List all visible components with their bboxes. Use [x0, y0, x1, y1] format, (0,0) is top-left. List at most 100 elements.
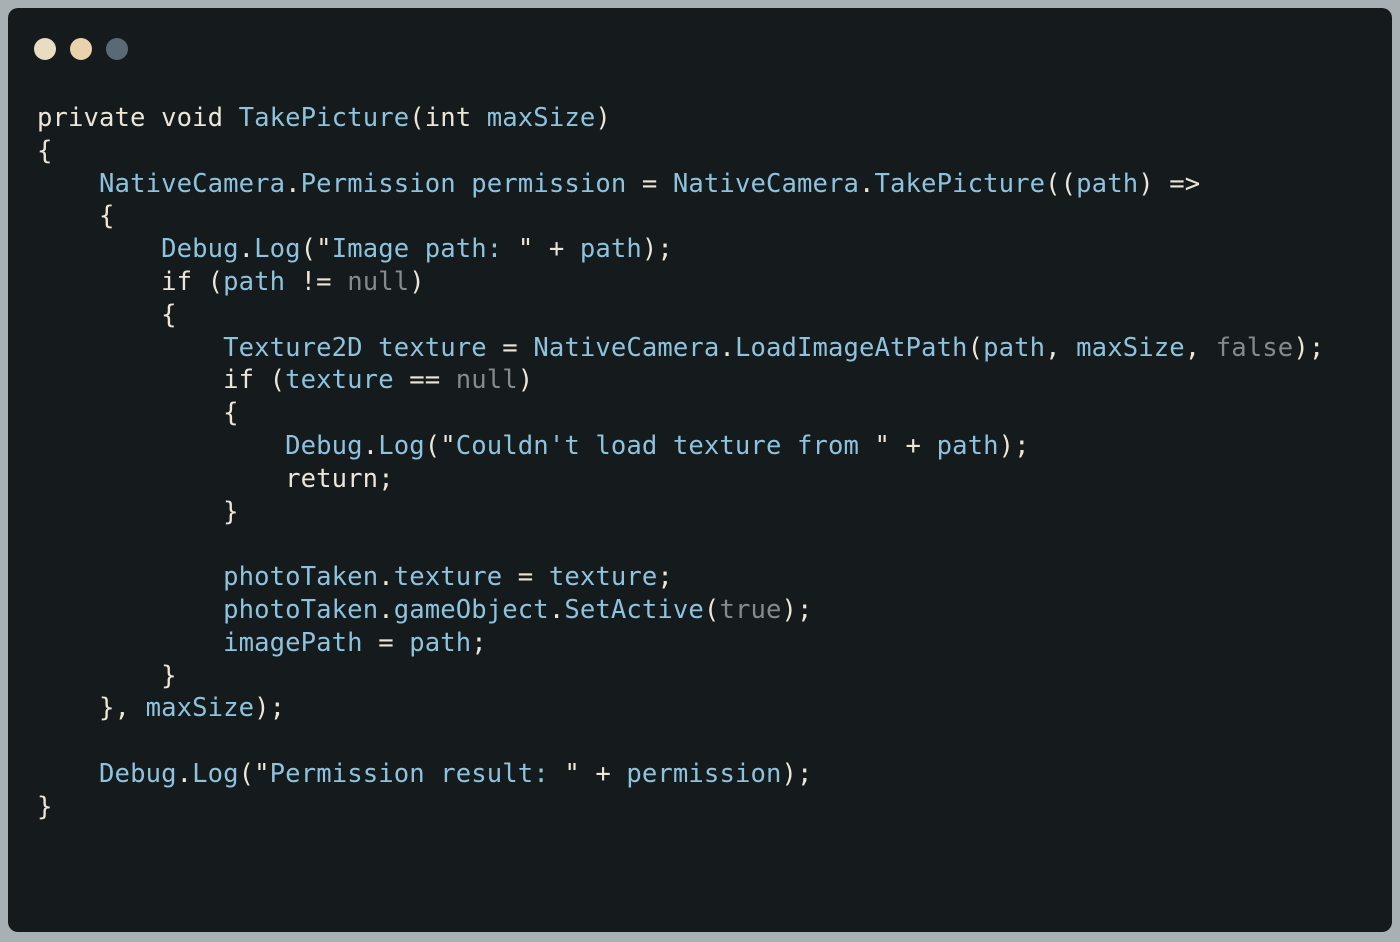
code-token: }	[37, 496, 239, 527]
code-identifier: Log	[192, 758, 239, 789]
code-line: Debug.Log("Permission result: " + permis…	[37, 758, 1324, 791]
code-token: " +	[874, 430, 937, 461]
code-token: ==	[393, 365, 456, 396]
code-line: {	[37, 135, 1324, 168]
code-block: private void TakePicture(int maxSize){ N…	[37, 102, 1324, 824]
code-line: Texture2D texture = NativeCamera.LoadIma…	[37, 332, 1324, 365]
window-dot-1[interactable]	[34, 38, 56, 60]
code-token: .	[238, 234, 255, 265]
code-line: }	[37, 496, 1324, 529]
code-literal: false	[1215, 332, 1294, 363]
code-identifier: gameObject	[393, 594, 549, 625]
code-identifier: path	[936, 430, 999, 461]
code-token: .	[548, 594, 565, 625]
code-line: }, maxSize);	[37, 692, 1324, 725]
code-token: =	[362, 627, 410, 658]
code-token: .	[362, 430, 379, 461]
code-identifier: path	[983, 332, 1046, 363]
code-token: (	[703, 594, 720, 625]
code-identifier: NativeCamera	[533, 332, 720, 363]
code-line: imagePath = path;	[37, 627, 1324, 660]
code-identifier: permission	[471, 168, 627, 199]
code-line: return;	[37, 463, 1324, 496]
code-identifier: NativeCamera	[99, 168, 286, 199]
code-token: return;	[37, 463, 394, 494]
code-token: );	[254, 693, 286, 724]
code-line: {	[37, 200, 1324, 233]
window-dot-3[interactable]	[106, 38, 128, 60]
code-token: }	[37, 791, 53, 822]
code-identifier: maxSize	[145, 693, 255, 724]
code-token: .	[176, 758, 193, 789]
code-token: .	[378, 562, 394, 593]
code-line: private void TakePicture(int maxSize)	[37, 102, 1324, 135]
code-identifier: Image path:	[331, 234, 518, 265]
code-token: =	[502, 562, 549, 593]
code-token: );	[781, 594, 813, 625]
code-token: ;	[471, 627, 487, 658]
code-token: {	[37, 135, 53, 166]
code-token: .	[285, 168, 301, 199]
code-identifier: photoTaken	[223, 594, 379, 625]
code-token: {	[37, 299, 177, 330]
window-dot-2[interactable]	[70, 38, 92, 60]
code-token: ,	[1045, 332, 1077, 363]
code-identifier: TakePicture	[238, 103, 410, 133]
code-token: ("	[300, 234, 332, 265]
code-line: if (path != null)	[37, 266, 1324, 299]
code-identifier: imagePath	[223, 627, 363, 658]
code-window: private void TakePicture(int maxSize){ N…	[8, 8, 1392, 932]
code-token: =	[626, 168, 673, 199]
code-identifier: Texture2D	[223, 332, 363, 363]
code-literal: null	[455, 365, 518, 396]
code-token: },	[37, 693, 146, 724]
code-line: Debug.Log("Couldn't load texture from " …	[37, 430, 1324, 463]
code-line: }	[37, 791, 1324, 824]
code-token: {	[37, 201, 115, 232]
code-token: =	[486, 332, 534, 363]
code-line: Debug.Log("Image path: " + path);	[37, 233, 1324, 266]
code-token: ) =>	[1138, 168, 1201, 199]
code-token: private void	[37, 103, 239, 133]
code-identifier: maxSize	[1076, 332, 1185, 363]
code-identifier: texture	[393, 562, 503, 593]
code-identifier: texture	[378, 332, 487, 363]
code-token: }	[37, 660, 177, 691]
code-token: )	[517, 365, 534, 396]
code-line: NativeCamera.Permission permission = Nat…	[37, 168, 1324, 201]
code-identifier: path	[223, 266, 286, 297]
code-token: )	[409, 266, 425, 297]
code-token: if (	[37, 365, 286, 396]
code-token: " +	[564, 758, 627, 789]
code-line: photoTaken.gameObject.SetActive(true);	[37, 594, 1324, 627]
code-literal: null	[347, 266, 410, 297]
code-identifier: Log	[254, 234, 301, 265]
code-line: }	[37, 660, 1324, 693]
code-token: {	[37, 398, 239, 429]
code-token: (	[967, 332, 984, 363]
code-token: ((	[1045, 168, 1077, 199]
code-token: );	[781, 758, 813, 789]
code-identifier: SetActive	[564, 594, 704, 625]
code-identifier: texture	[548, 562, 658, 593]
code-identifier: TakePicture	[874, 168, 1046, 199]
code-line: if (texture == null)	[37, 364, 1324, 397]
code-identifier: Permission result:	[269, 758, 565, 789]
code-token: );	[641, 234, 673, 265]
code-token: .	[719, 332, 735, 363]
code-identifier: path	[409, 627, 472, 658]
code-token: );	[1293, 332, 1325, 363]
code-identifier: texture	[285, 365, 394, 396]
code-token: );	[998, 430, 1030, 461]
code-identifier: Log	[378, 430, 425, 461]
code-identifier: Permission	[300, 168, 456, 199]
code-token: ("	[424, 430, 456, 461]
